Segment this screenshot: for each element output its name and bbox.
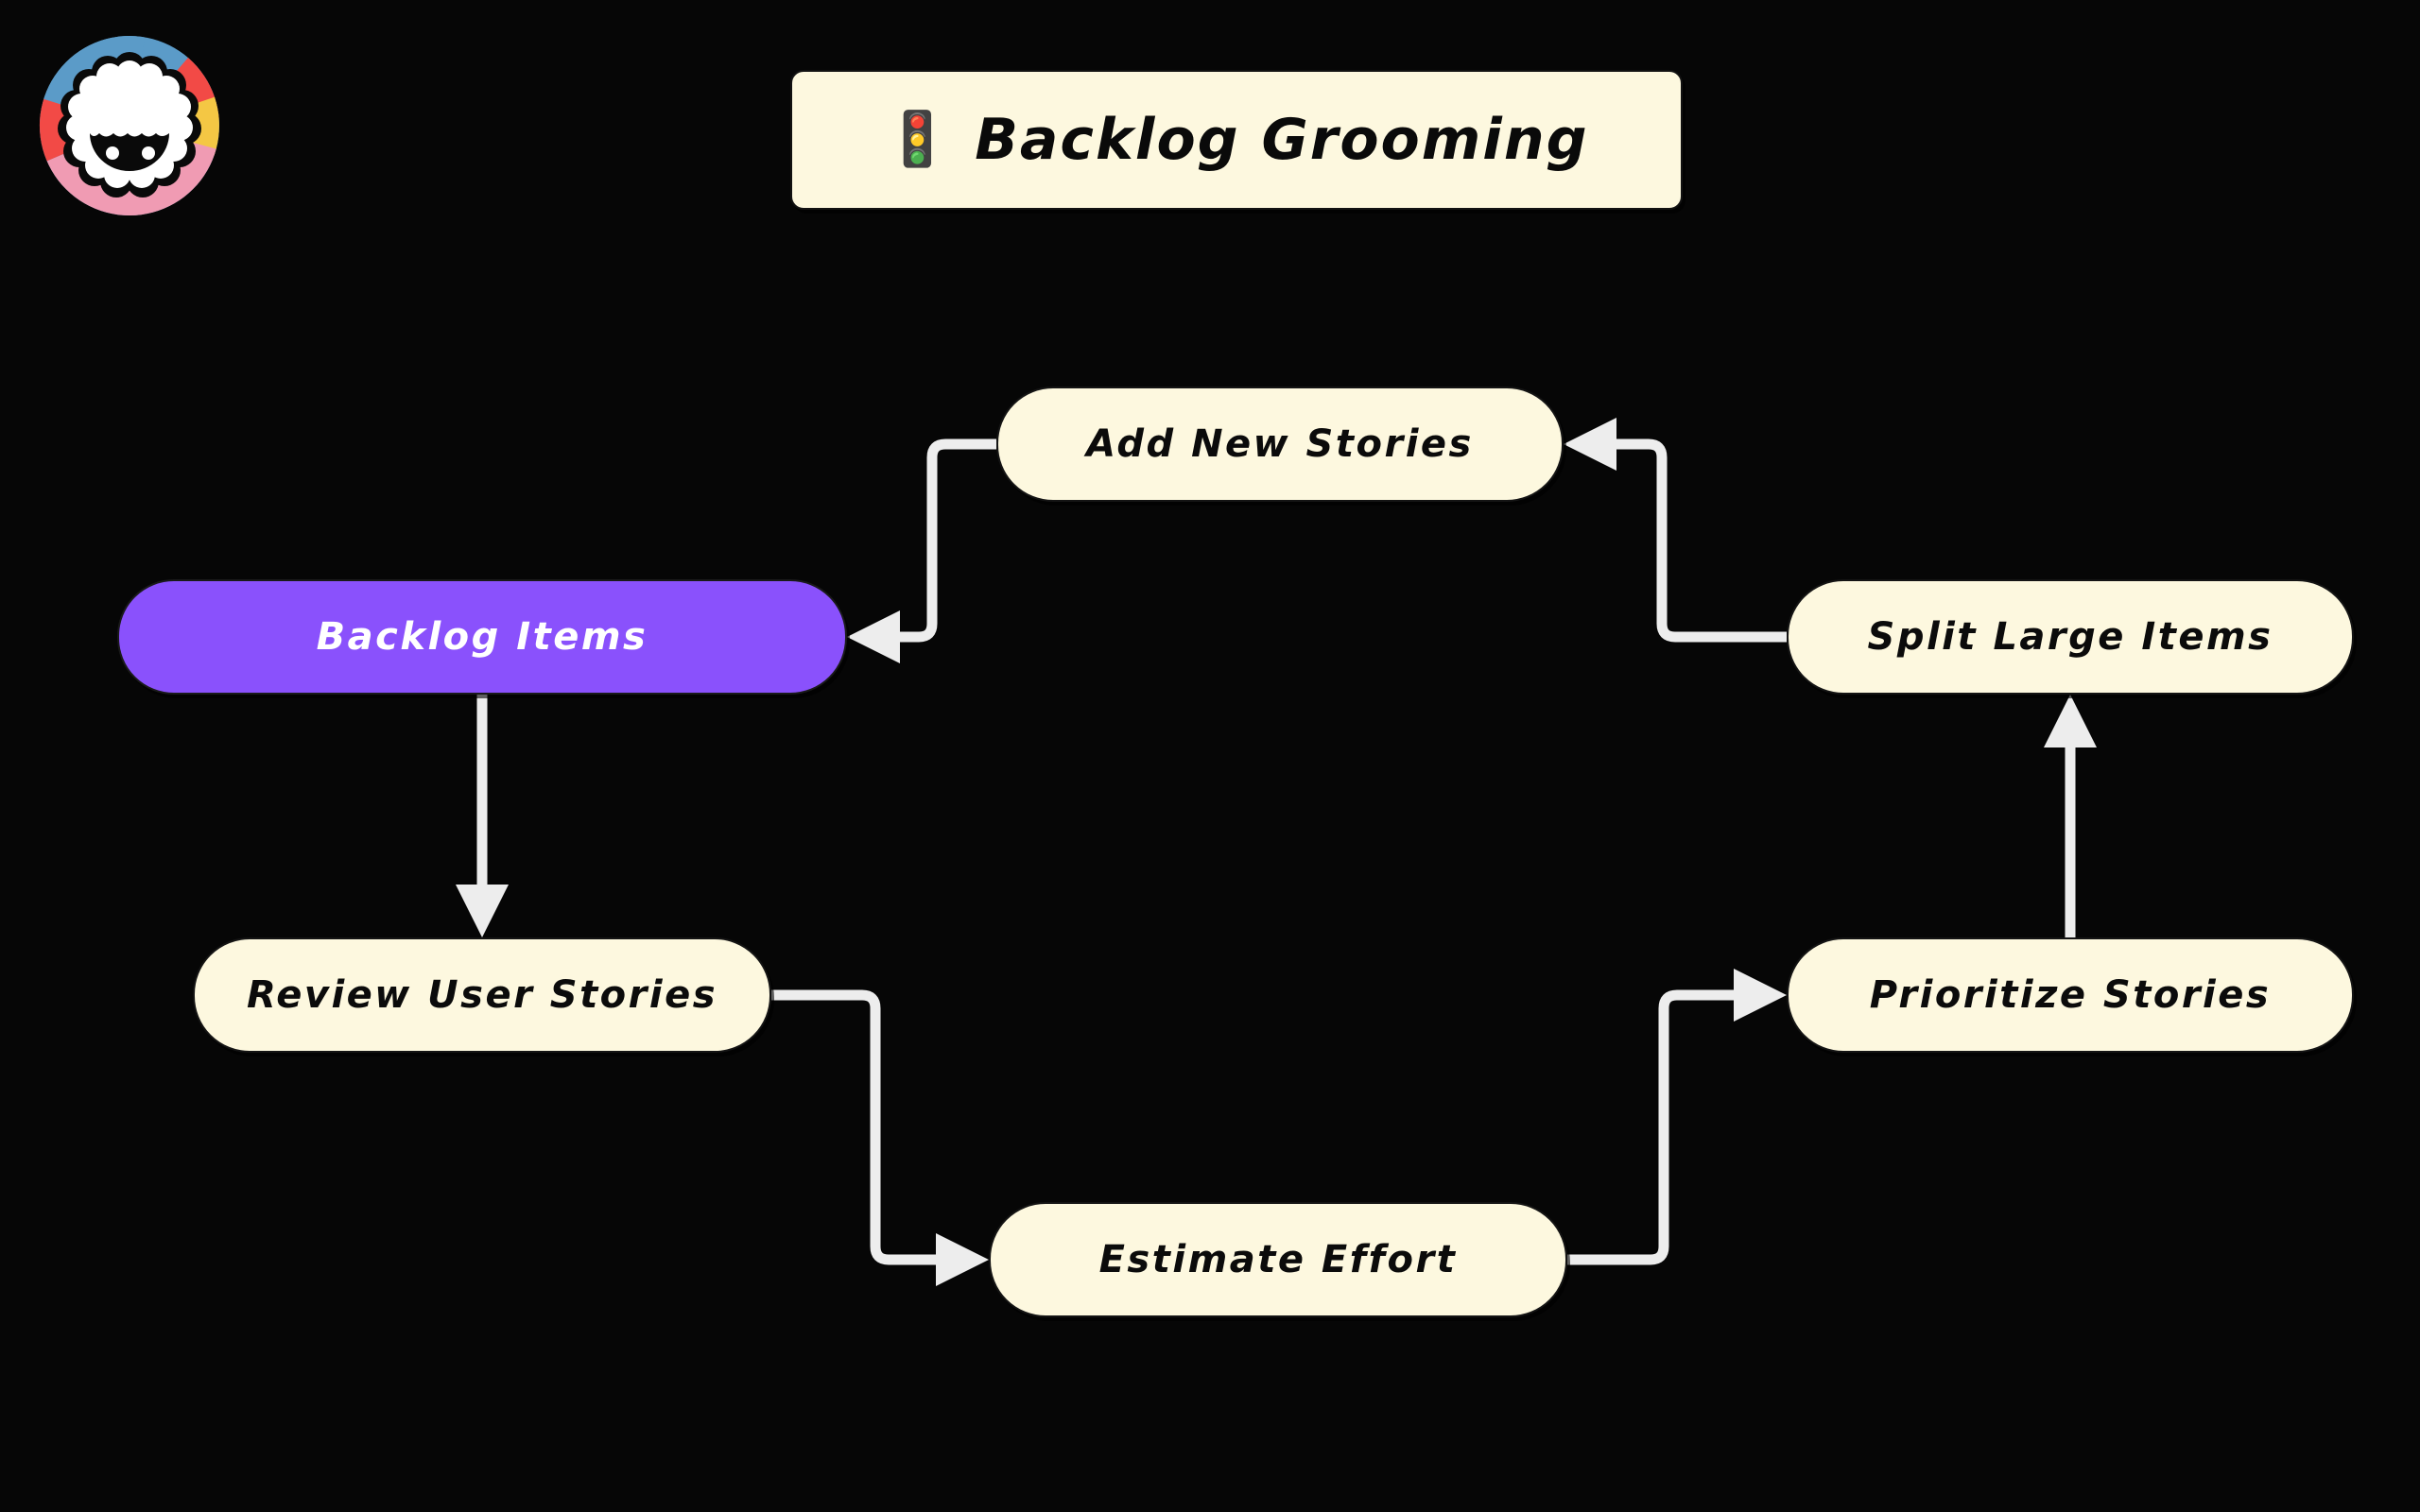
flow-node-prioritize-stories[interactable]: Prioritize Stories bbox=[1787, 937, 2354, 1053]
edge-estimate-to-prioritize bbox=[1567, 969, 1787, 1265]
flow-node-review-user-stories[interactable]: Review User Stories bbox=[193, 937, 771, 1053]
flow-node-split-large-items[interactable]: Split Large Items bbox=[1787, 579, 2354, 695]
flow-node-label: Backlog Items bbox=[316, 615, 648, 659]
sheep-logo bbox=[36, 32, 223, 219]
page-title-text: Backlog Grooming bbox=[975, 107, 1589, 173]
flow-node-label: Review User Stories bbox=[246, 973, 718, 1017]
flow-node-label: Split Large Items bbox=[1867, 615, 2273, 659]
flow-node-label: Estimate Effort bbox=[1098, 1238, 1458, 1281]
edge-prioritize-to-split bbox=[2044, 695, 2097, 937]
flow-node-label: Prioritize Stories bbox=[1869, 973, 2272, 1017]
flow-node-add-new-stories[interactable]: Add New Stories bbox=[996, 387, 1564, 502]
edge-backlog-to-review bbox=[456, 695, 509, 937]
flow-node-estimate-effort[interactable]: Estimate Effort bbox=[989, 1202, 1567, 1317]
edge-add-to-backlog bbox=[847, 438, 996, 663]
flow-node-backlog-items[interactable]: Backlog Items bbox=[117, 579, 847, 695]
flow-node-label: Add New Stories bbox=[1086, 422, 1474, 466]
traffic-light-icon: 🚦 bbox=[884, 109, 951, 170]
diagram-canvas: 🚦 Backlog Grooming Add New Stories Backl… bbox=[0, 0, 2420, 1512]
edge-split-to-add bbox=[1564, 418, 1787, 643]
edge-review-to-estimate bbox=[771, 989, 989, 1286]
page-title: 🚦 Backlog Grooming bbox=[790, 70, 1683, 210]
